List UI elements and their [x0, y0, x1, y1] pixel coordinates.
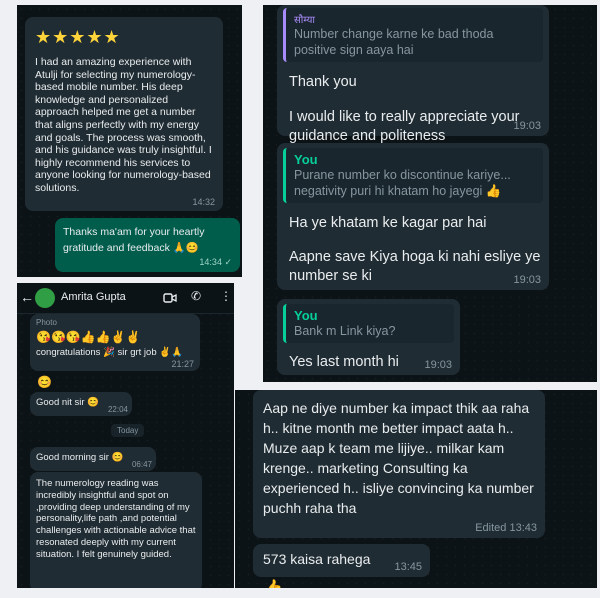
- video-call-icon[interactable]: [163, 292, 177, 304]
- bank-link-reply-time: 19:03: [424, 359, 452, 371]
- appreciation-text: I would like to really appreciate your g…: [289, 109, 520, 144]
- review-time: 14:32: [192, 197, 215, 207]
- review-message: ★★★★★ I had an amazing experience with A…: [25, 17, 223, 211]
- quoted-bank-message[interactable]: You Bank m Link kiya?: [283, 304, 454, 343]
- quoted-you-text: Purane number ko discontinue kariye... n…: [294, 168, 511, 198]
- good-night-time: 22:04: [107, 405, 128, 414]
- testimonial-message: The numerology reading was incredibly in…: [30, 472, 202, 588]
- quoted-bank-sender: You: [294, 308, 318, 323]
- quoted-message[interactable]: सौम्या Number change karne ke bad thoda …: [283, 8, 543, 62]
- reply-message: Thanks ma'am for your heartly gratitude …: [55, 218, 240, 272]
- thank-you-text: Thank you: [289, 74, 357, 90]
- impact-text: Aap ne diye number ka impact thik aa rah…: [263, 400, 534, 516]
- impact-message: Aap ne diye number ka impact thik aa rah…: [253, 390, 545, 538]
- emoji-message: 😊: [37, 375, 52, 389]
- date-separator: Today: [111, 424, 145, 437]
- testimonial-text: The numerology reading was incredibly in…: [36, 478, 196, 560]
- reply-text: Thanks ma'am for your heartly gratitude …: [63, 226, 205, 254]
- number-query-time: 13:45: [394, 561, 422, 573]
- thumbs-up-message: 👍: [263, 578, 283, 588]
- date-label: Today: [117, 426, 139, 435]
- chat-header: ← Amrita Gupta ✆ ⋮: [17, 283, 234, 314]
- congrats-emojis: 😘😘😘👍👍✌✌: [36, 330, 141, 344]
- good-night-message: Good nit sir 😊 22:04: [30, 392, 132, 416]
- five-star-rating: ★★★★★: [35, 27, 121, 47]
- quoted-bank-text: Bank m Link kiya?: [294, 324, 396, 338]
- review-chat-panel: ★★★★★ I had an amazing experience with A…: [17, 5, 242, 277]
- impact-time: Edited 13:43: [475, 522, 537, 534]
- reply-time: 14:34 ✓: [199, 257, 232, 267]
- contact-name[interactable]: Amrita Gupta: [61, 291, 126, 303]
- khatam-text: Ha ye khatam ke kagar par hai: [289, 215, 487, 231]
- appreciation-time: 19:03: [513, 120, 541, 132]
- more-options-icon[interactable]: ⋮: [220, 289, 232, 303]
- avatar[interactable]: [35, 288, 55, 308]
- quoted-you-sender: You: [294, 152, 318, 167]
- quoted-you-message[interactable]: You Purane number ko discontinue kariye.…: [283, 148, 543, 203]
- bank-link-reply-message: You Bank m Link kiya? Yes last month hi …: [277, 299, 460, 375]
- phone-icon[interactable]: ✆: [191, 289, 201, 303]
- photo-label: Photo: [36, 318, 57, 327]
- appreciation-message: सौम्या Number change karne ke bad thoda …: [277, 5, 549, 144]
- good-morning-time: 06:47: [131, 460, 152, 469]
- amrita-chat-panel: ← Amrita Gupta ✆ ⋮ Photo 😘😘😘👍👍✌✌ congrat…: [17, 283, 234, 588]
- impact-chat-panel: Aap ne diye number ka impact thik aa rah…: [235, 390, 597, 588]
- review-text: I had an amazing experience with Atulji …: [35, 56, 212, 194]
- discontinue-reply-message: You Purane number ko discontinue kariye.…: [277, 143, 549, 290]
- discontinue-reply-time: 19:03: [513, 274, 541, 286]
- save-number-text: Aapne save Kiya hoga ki nahi esliye ye n…: [289, 249, 541, 284]
- back-arrow-icon[interactable]: ←: [20, 289, 34, 305]
- quoted-sender: सौम्या: [294, 15, 315, 26]
- number-query-message: 573 kaisa rahega 13:45: [253, 544, 430, 577]
- congrats-message: Photo 😘😘😘👍👍✌✌ congratulations 🎉 sir grt …: [30, 314, 200, 371]
- good-morning-message: Good morning sir 😊 06:47: [30, 447, 156, 471]
- congrats-time: 21:27: [171, 359, 194, 369]
- congrats-text: congratulations 🎉 sir grt job ✌🙏: [36, 347, 183, 358]
- saumya-chat-panel: सौम्या Number change karne ke bad thoda …: [263, 5, 597, 382]
- quoted-text: Number change karne ke bad thoda positiv…: [294, 27, 494, 57]
